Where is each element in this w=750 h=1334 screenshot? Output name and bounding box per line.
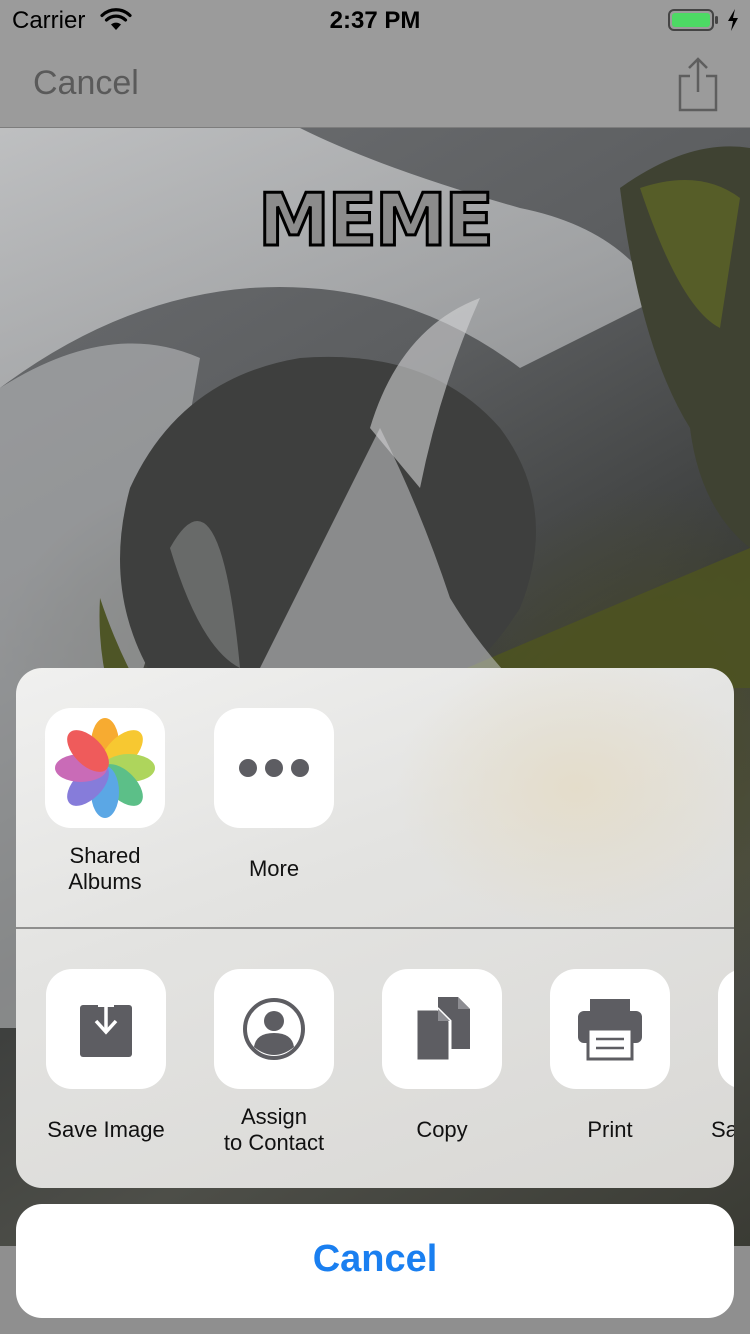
shared-albums-label: Shared Albums bbox=[68, 843, 142, 894]
print-label: Print bbox=[587, 1117, 633, 1142]
assign-to-contact-label: Assign to Contact bbox=[223, 1104, 325, 1155]
copy-icon bbox=[414, 997, 470, 1063]
share-sheet-divider bbox=[16, 927, 734, 929]
nav-cancel-button[interactable]: Cancel bbox=[33, 64, 139, 103]
meme-top-text[interactable]: MEME bbox=[0, 177, 750, 264]
share-sheet: Shared Albums More Save Image Assign to … bbox=[16, 668, 734, 1188]
share-sheet-cancel-button[interactable]: Cancel bbox=[16, 1204, 734, 1318]
save-image-label: Save Image bbox=[47, 1117, 165, 1142]
save-image-icon bbox=[80, 999, 132, 1057]
status-bar: Carrier 2:37 PM bbox=[0, 0, 750, 40]
share-icon[interactable] bbox=[676, 56, 720, 112]
clock: 2:37 PM bbox=[329, 7, 421, 34]
more-apps-button[interactable] bbox=[214, 708, 334, 828]
copy-button[interactable] bbox=[382, 969, 502, 1089]
save-image-button[interactable] bbox=[46, 969, 166, 1089]
partial-action-button[interactable] bbox=[718, 969, 734, 1089]
partial-action-label: Sa bbox=[711, 1117, 734, 1142]
navigation-bar: Cancel bbox=[0, 40, 750, 128]
assign-to-contact-button[interactable] bbox=[214, 969, 334, 1089]
contact-icon bbox=[243, 998, 305, 1060]
more-icon bbox=[239, 759, 309, 777]
more-label: More bbox=[248, 856, 300, 881]
print-icon bbox=[578, 999, 642, 1061]
print-button[interactable] bbox=[550, 969, 670, 1089]
shared-albums-button[interactable] bbox=[45, 708, 165, 828]
charging-bolt-icon bbox=[728, 9, 738, 31]
battery-icon bbox=[668, 9, 718, 31]
photos-icon bbox=[55, 718, 155, 818]
share-sheet-cancel-label: Cancel bbox=[312, 1238, 438, 1280]
copy-label: Copy bbox=[416, 1117, 468, 1142]
